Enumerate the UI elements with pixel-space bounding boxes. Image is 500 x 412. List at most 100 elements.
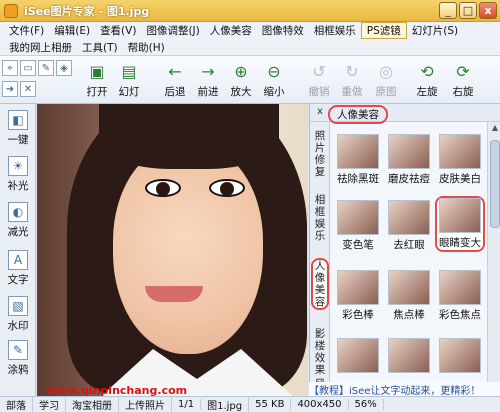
effect-thumbnail <box>337 338 379 373</box>
zoom-out-button[interactable]: ⊖ 缩小 <box>257 60 291 99</box>
minimize-button[interactable]: _ <box>439 2 457 19</box>
menu-image-adjust[interactable]: 图像调整(J) <box>141 23 204 38</box>
menu-help[interactable]: 帮助(H) <box>123 40 170 55</box>
menu-image-effects[interactable]: 图像特效 <box>257 23 309 38</box>
back-button[interactable]: ← 后退 <box>158 60 192 99</box>
sidebar-item-watermark[interactable]: ▧ 水印 <box>0 296 36 333</box>
slideshow-icon: ▤ <box>121 61 137 81</box>
selection-tools: ⌖ ▭ ✎ ◈ ➜ ✕ <box>2 60 74 100</box>
zoom-out-icon: ⊖ <box>267 61 281 81</box>
scroll-up-icon[interactable]: ▲ <box>489 123 500 135</box>
rotate-right-button[interactable]: ⟳ 右旋 <box>446 60 480 99</box>
doodle-icon: ✎ <box>8 340 28 360</box>
zoom-in-button[interactable]: ⊕ 放大 <box>224 60 258 99</box>
undo-icon: ↺ <box>312 61 326 81</box>
auto-enhance-icon: ◧ <box>8 110 28 130</box>
effect-thumbnail <box>388 338 430 373</box>
status-file-name: 图1.jpg <box>201 397 250 412</box>
scroll-thumb[interactable] <box>490 140 500 228</box>
back-arrow-icon: ← <box>168 61 182 81</box>
effects-panel: x 人像美容 照片修复 相框娱乐 人像美容 影楼效果 风格 祛除黑斑 磨皮祛痘 … <box>309 104 500 402</box>
sidebar-item-auto[interactable]: ◧ 一键 <box>0 110 36 147</box>
menu-view[interactable]: 查看(V) <box>95 23 141 38</box>
rect-select-icon[interactable]: ▭ <box>20 60 36 76</box>
watermark-icon: ▧ <box>8 296 28 316</box>
status-tribe[interactable]: 部落 <box>0 397 33 412</box>
sidebar-item-fill-light[interactable]: ☀ 补光 <box>0 156 36 193</box>
slideshow-button[interactable]: ▤ 幻灯 <box>112 60 146 99</box>
effect-thumbnail <box>439 198 481 233</box>
menu-frames-fun[interactable]: 相框娱乐 <box>309 23 361 38</box>
effect-color-wand[interactable]: 彩色棒 <box>333 270 383 322</box>
panel-close-button[interactable]: x <box>314 106 326 118</box>
original-button[interactable]: ◎ 原图 <box>369 60 403 99</box>
redo-button[interactable]: ↻ 重做 <box>335 60 369 99</box>
open-folder-icon: ▣ <box>89 61 105 81</box>
effect-thumbnail <box>439 270 481 305</box>
close-button[interactable]: x <box>479 2 497 19</box>
effect-red-eye[interactable]: 去红眼 <box>384 200 434 252</box>
canvas-watermark: www.qinpinchang.com <box>47 384 188 396</box>
fill-light-icon: ☀ <box>8 156 28 176</box>
menu-tools[interactable]: 工具(T) <box>77 40 123 55</box>
effect-more-3[interactable] <box>435 338 485 373</box>
effect-thumbnail <box>439 134 481 169</box>
maximize-button[interactable]: □ <box>459 2 477 19</box>
effect-color-focus[interactable]: 彩色焦点 <box>435 270 485 322</box>
tab-studio-effects[interactable]: 影楼效果 <box>312 328 328 376</box>
tutorial-banner[interactable]: 【教程】iSee让文字动起来，更精彩！ <box>309 382 500 396</box>
sidebar-item-reduce-light[interactable]: ◐ 减光 <box>0 202 36 239</box>
menu-edit[interactable]: 编辑(E) <box>49 23 95 38</box>
open-button[interactable]: ▣ 打开 <box>80 60 114 99</box>
status-upload-photo[interactable]: 上传照片 <box>119 397 172 412</box>
menu-file[interactable]: 文件(F) <box>4 23 49 38</box>
arrow-tool-icon[interactable]: ➜ <box>2 81 18 97</box>
menu-ps-filters[interactable]: PS滤镜 <box>360 22 407 39</box>
effect-thumbnail <box>337 270 379 305</box>
effect-focus-wand[interactable]: 焦点棒 <box>384 270 434 322</box>
redo-icon: ↻ <box>345 61 359 81</box>
status-file-size: 55 KB <box>249 399 292 410</box>
effect-remove-spots[interactable]: 祛除黑斑 <box>333 134 383 186</box>
toolbar: ⌖ ▭ ✎ ◈ ➜ ✕ ▣ 打开 ▤ 幻灯 ← 后退 → 前进 ⊕ 放大 ⊖ 缩小 ↺ 撤销 … <box>0 56 500 104</box>
effect-whiten-skin[interactable]: 皮肤美白 <box>435 134 485 186</box>
crop-icon[interactable]: ⌖ <box>2 60 18 76</box>
menu-portrait-beauty[interactable]: 人像美容 <box>205 23 257 38</box>
tab-photo-repair[interactable]: 照片修复 <box>312 130 328 178</box>
effects-grid: 祛除黑斑 磨皮祛痘 皮肤美白 变色笔 去红眼 眼睛变大 彩色棒 焦点棒 彩色焦点 <box>331 122 487 396</box>
photo-canvas[interactable]: www.qinpinchang.com <box>37 104 308 396</box>
menu-slideshow[interactable]: 幻灯片(S) <box>407 23 463 38</box>
effect-enlarge-eyes[interactable]: 眼睛变大 <box>435 196 485 252</box>
photo-left-eye <box>145 179 181 197</box>
undo-button[interactable]: ↺ 撤销 <box>302 60 336 99</box>
rotate-left-button[interactable]: ⟲ 左旋 <box>410 60 444 99</box>
app-icon <box>4 3 18 18</box>
status-bar: 部落 学习 淘宝相册 上传照片 1/1 图1.jpg 55 KB 400x450… <box>0 396 500 412</box>
photo-right-eye <box>209 179 245 197</box>
brush-icon[interactable]: ✎ <box>38 60 54 76</box>
status-taobao-album[interactable]: 淘宝相册 <box>66 397 119 412</box>
tab-portrait-beauty[interactable]: 人像美容 <box>311 258 329 310</box>
effect-color-pen[interactable]: 变色笔 <box>333 200 383 252</box>
effect-more-2[interactable] <box>384 338 434 373</box>
cancel-tool-icon[interactable]: ✕ <box>20 81 36 97</box>
photo-face <box>113 144 263 354</box>
photo-mouth <box>145 286 203 302</box>
menu-online-album[interactable]: 我的网上相册 <box>4 40 77 55</box>
paint-icon[interactable]: ◈ <box>56 60 72 76</box>
panel-scrollbar[interactable]: ▲ ▼ <box>487 122 500 396</box>
effect-thumbnail <box>337 134 379 169</box>
category-tabs: 照片修复 相框娱乐 人像美容 影楼效果 风格 <box>310 122 330 402</box>
forward-button[interactable]: → 前进 <box>191 60 225 99</box>
effect-smooth-skin[interactable]: 磨皮祛痘 <box>384 134 434 186</box>
sidebar-item-doodle[interactable]: ✎ 涂鸦 <box>0 340 36 377</box>
tab-frames-fun[interactable]: 相框娱乐 <box>312 194 328 242</box>
sidebar-item-text[interactable]: A 文字 <box>0 250 36 287</box>
window-controls: _ □ x <box>439 2 497 19</box>
effect-more-1[interactable] <box>333 338 383 373</box>
title-bar: iSee图片专家 - 图1.jpg _ □ x <box>0 0 500 22</box>
status-learn[interactable]: 学习 <box>33 397 66 412</box>
effect-thumbnail <box>337 200 379 235</box>
zoom-in-icon: ⊕ <box>234 61 248 81</box>
rotate-left-icon: ⟲ <box>420 61 434 81</box>
